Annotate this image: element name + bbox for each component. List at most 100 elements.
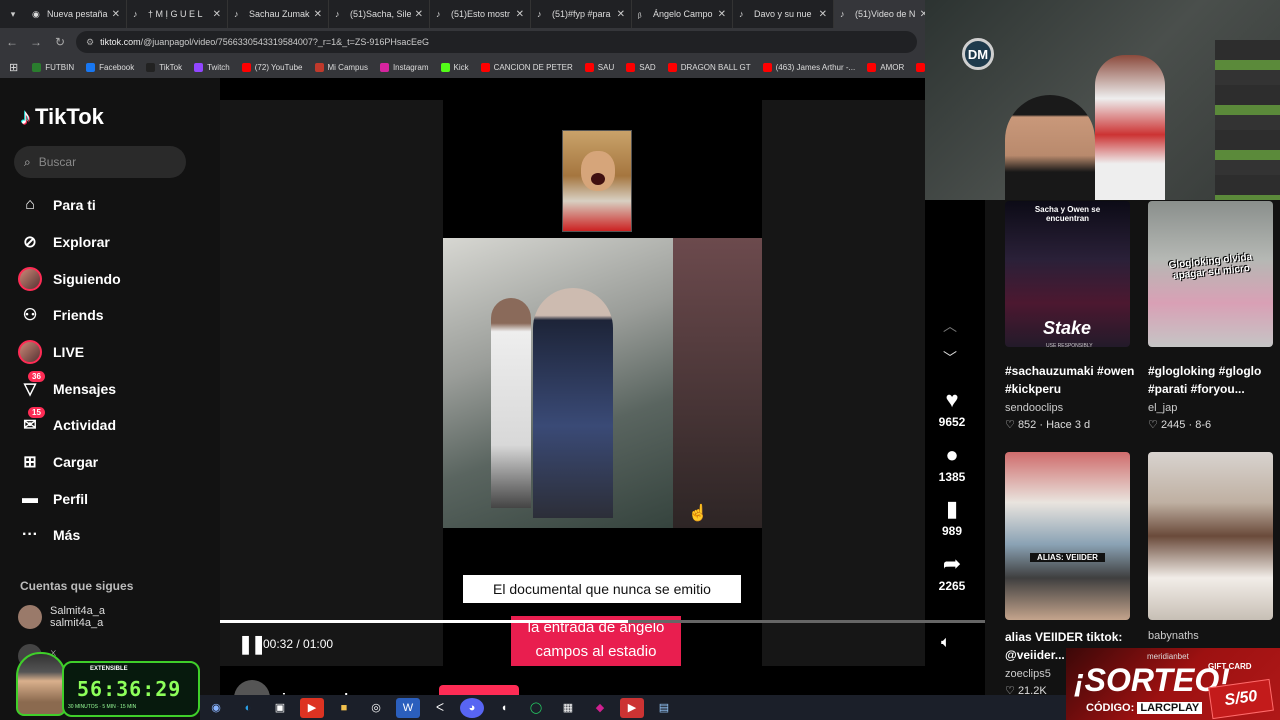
close-icon[interactable]: ✕ [819, 9, 827, 20]
sidebar-item-siguiendo[interactable]: Siguiendo [18, 264, 121, 294]
sidebar-item-live[interactable]: LIVE [18, 337, 84, 367]
bookmark-item[interactable]: FUTBIN [32, 62, 74, 72]
previous-video-icon[interactable]: ︿ [943, 316, 957, 336]
profile-icon: ▬ [22, 490, 38, 507]
sidebar-item-friends[interactable]: ⚇ Friends [18, 300, 104, 330]
calculator-icon[interactable]: ▦ [556, 698, 580, 718]
sidebar-item-explorar[interactable]: ⊘ Explorar [18, 227, 110, 257]
bookmark-icon[interactable]: ▮ [930, 496, 974, 522]
video-progress-bar[interactable] [220, 620, 985, 623]
youtube-icon[interactable]: ▶ [300, 697, 324, 718]
rec-thumbnail[interactable] [1005, 452, 1130, 620]
bookmark-item[interactable]: SAD [626, 62, 656, 72]
sidebar-item-cargar[interactable]: ⊞ Cargar [18, 447, 98, 477]
bookmark-item[interactable]: (72) YouTube [241, 62, 303, 72]
sidebar-item-actividad[interactable]: ✉ 15 Actividad [18, 407, 116, 440]
kick-icon[interactable]: ᐸ [428, 698, 452, 718]
copilot-icon[interactable]: ◉ [204, 698, 228, 718]
tab-label: Davo y su nue [754, 9, 812, 19]
close-icon[interactable]: ✕ [617, 9, 625, 20]
sidebar-item-más[interactable]: ··· Más [18, 520, 80, 550]
whatsapp-icon[interactable]: ◯ [524, 698, 548, 718]
bookmark-item[interactable]: DRAGON BALL GT [667, 62, 751, 72]
url-field[interactable]: ⚙ tiktok.com/@juanpagol/video/7566330543… [76, 31, 917, 53]
tab-label: Sachau Zumaki [249, 9, 310, 19]
browser-tab[interactable]: ♪(51)Video de N✕ [834, 0, 925, 28]
bookmark-item[interactable]: Facebook [86, 62, 134, 72]
edge-icon[interactable]: ◐ [236, 698, 260, 718]
site-info-icon[interactable]: ⚙ [86, 37, 94, 48]
volume-icon[interactable]: 🔈︎ [941, 634, 951, 652]
heart-action[interactable]: ♥ 9652 [930, 387, 974, 429]
gift-card-label: GIFT CARD [1208, 662, 1252, 671]
sidebar-item-para-ti[interactable]: ⌂ Para ti [18, 190, 96, 220]
bookmark-item[interactable]: Instagram [379, 62, 429, 72]
browser-tab[interactable]: ◉ Nueva pestaña ✕ [26, 0, 127, 28]
reload-icon[interactable]: ↻ [48, 35, 72, 49]
rec-title[interactable]: #glogloking #gloglo #parati #foryou... [1148, 362, 1278, 398]
close-icon[interactable]: ✕ [314, 9, 322, 20]
bookmark-icon [626, 62, 636, 72]
sidebar-item-mensajes[interactable]: ▽ 36 Mensajes [18, 371, 117, 404]
rec-thumbnail[interactable] [1148, 452, 1273, 620]
following-item[interactable]: Salmit4a_a salmit4a_a [18, 605, 105, 629]
close-icon[interactable]: ✕ [112, 9, 120, 20]
close-icon[interactable]: ✕ [516, 9, 524, 20]
close-icon[interactable]: ✕ [415, 9, 423, 20]
bookmark-item[interactable]: CANCION DE PETER [480, 62, 573, 72]
browser-tab[interactable]: ♪ (51)Sacha, Silen ✕ [329, 0, 430, 28]
steam-icon[interactable]: ◖ [492, 698, 516, 718]
tiktok-logo[interactable]: ♪ TikTok [20, 104, 104, 130]
bookmark-item[interactable]: Twitch [194, 62, 230, 72]
bookmark-label: Instagram [392, 62, 429, 72]
rec-title[interactable]: #sachauzumaki #owen #kickperu [1005, 362, 1140, 398]
video-app-icon[interactable]: ▶ [620, 697, 644, 718]
word-icon[interactable]: W [396, 697, 420, 718]
close-icon[interactable]: ✕ [213, 9, 221, 20]
bookmark-item[interactable]: AMOR [867, 62, 904, 72]
tab-search-icon[interactable]: ▾ [0, 0, 26, 28]
rec-user[interactable]: babynaths [1148, 630, 1199, 642]
share-icon[interactable]: ➦ [930, 551, 974, 577]
bookmark-item[interactable]: Kick [440, 62, 469, 72]
close-icon[interactable]: ✕ [718, 9, 726, 20]
stream-logo: DM [962, 38, 994, 70]
share-action[interactable]: ➦ 2265 [930, 551, 974, 593]
sidebar-item-label: Mensajes [53, 381, 117, 397]
pause-button[interactable]: ❚❚ [238, 634, 266, 655]
browser-tab[interactable]: ♪ (51)Esto mostr ✕ [430, 0, 531, 28]
comment-action[interactable]: ● 1385 [930, 442, 974, 484]
rec-user[interactable]: el_jap [1148, 402, 1177, 414]
bookmark-item[interactable]: TikTok [146, 62, 182, 72]
apps-icon[interactable]: ⊞ [9, 61, 18, 74]
browser-tab[interactable]: ♪ (51)#fyp #para ✕ [531, 0, 632, 28]
obs-icon[interactable]: ◎ [364, 698, 388, 718]
tab-label: † M Ị G U E L [148, 9, 203, 19]
back-icon[interactable]: ← [0, 35, 24, 49]
browser-tab[interactable]: ᵦ Ángelo Campo ✕ [632, 0, 733, 28]
discord-icon[interactable]: ◕ [460, 697, 484, 718]
search-input[interactable]: ⌕ Buscar [14, 146, 186, 178]
sidebar-item-perfil[interactable]: ▬ Perfil [18, 484, 88, 514]
heart-icon[interactable]: ♥ [930, 387, 974, 413]
rec-user[interactable]: zoeclips5 [1005, 668, 1051, 680]
mouse-cursor-icon: ☝ [688, 505, 708, 522]
bookmark-item[interactable]: (2 [916, 62, 925, 72]
subathon-timer: EXTENSIBLE 56:36:29 30 MINUTOS · 5 MIN ·… [62, 661, 200, 717]
store-icon[interactable]: ◆ [588, 698, 612, 718]
app-icon[interactable]: ▣ [268, 698, 292, 718]
bookmark-item[interactable]: SAU [584, 62, 614, 72]
comment-icon[interactable]: ● [930, 442, 974, 468]
bookmark-action[interactable]: ▮ 989 [930, 496, 974, 538]
browser-tab[interactable]: ♪ † M Ị G U E L ✕ [127, 0, 228, 28]
forward-icon[interactable]: → [24, 35, 48, 49]
browser-tab[interactable]: ♪ Sachau Zumaki ✕ [228, 0, 329, 28]
bookmark-item[interactable]: Mi Campus [314, 62, 368, 72]
bookmark-item[interactable]: (463) James Arthur -... [762, 62, 855, 72]
rec-user[interactable]: sendooclips [1005, 402, 1063, 414]
next-video-icon[interactable]: ﹀ [943, 348, 957, 368]
folder-icon[interactable]: ■ [332, 698, 356, 718]
browser-tab[interactable]: ♪ Davo y su nue ✕ [733, 0, 834, 28]
notepad-icon[interactable]: ▤ [652, 698, 676, 718]
notification-badge: 36 [28, 371, 45, 382]
